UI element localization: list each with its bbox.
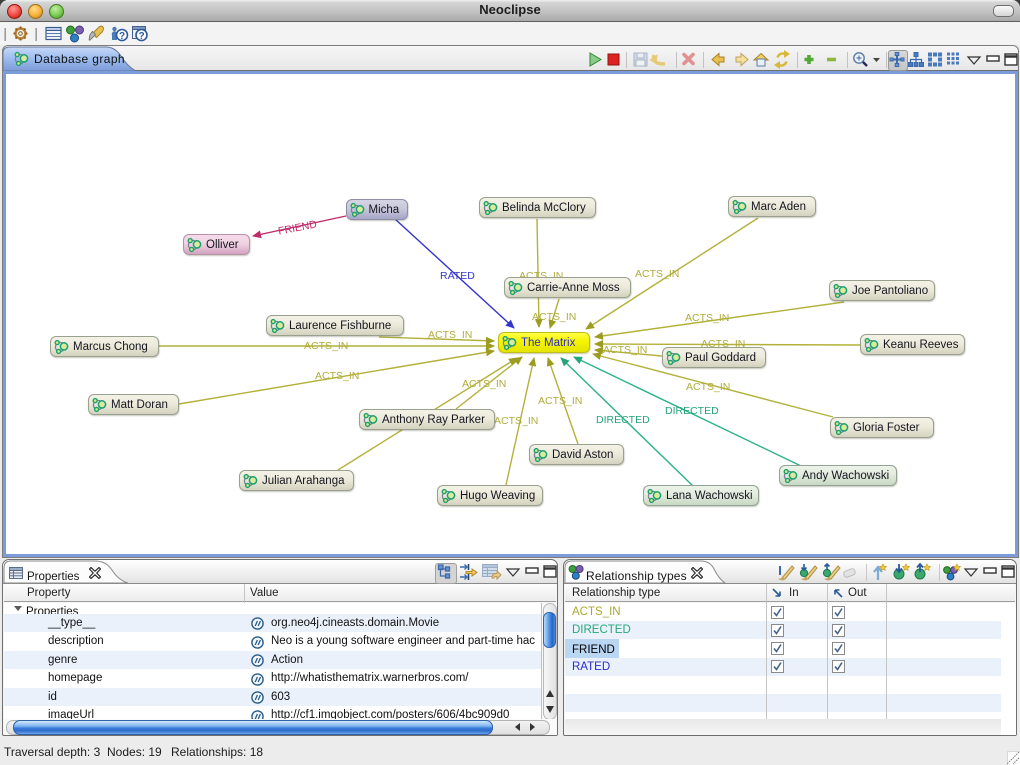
svg-text:?: ? — [138, 31, 144, 42]
svg-text:?: ? — [119, 31, 125, 42]
